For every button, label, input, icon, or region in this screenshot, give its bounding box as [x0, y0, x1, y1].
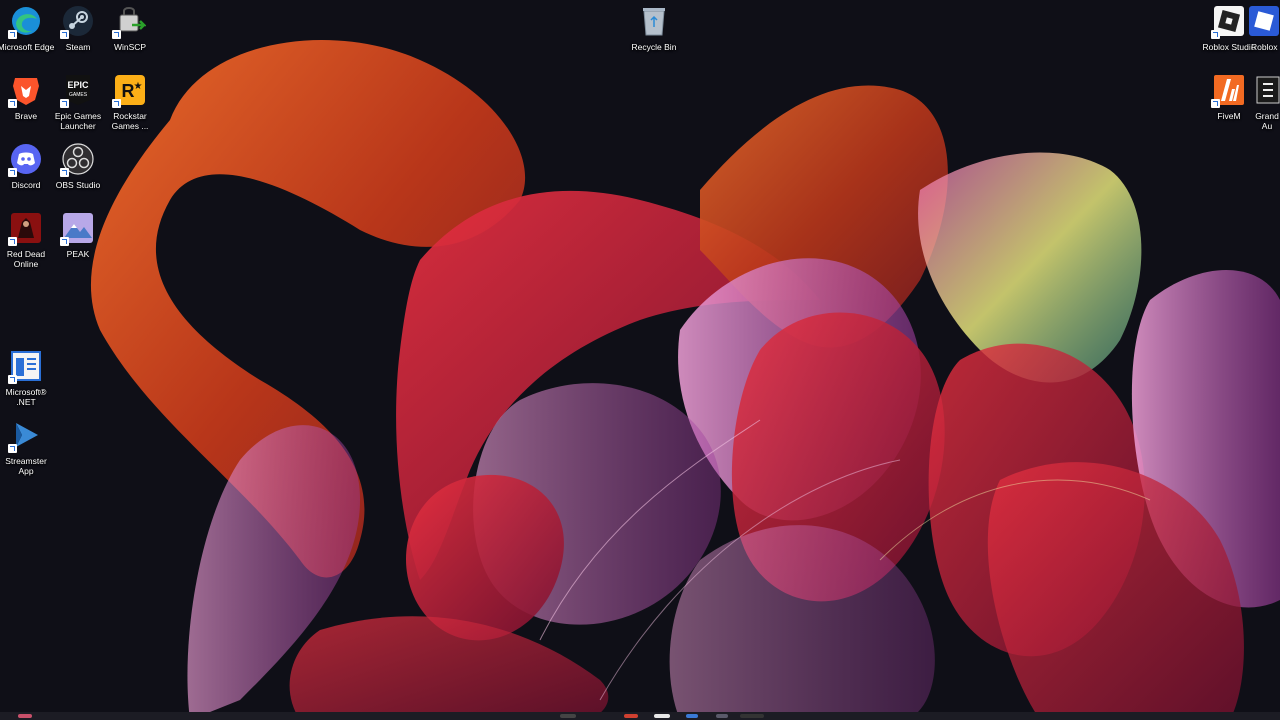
- desktop-icon-peak[interactable]: PEAK: [52, 211, 104, 259]
- desktop-icon-obs-studio[interactable]: OBS Studio: [52, 142, 104, 190]
- taskbar-app-icon[interactable]: [686, 714, 698, 718]
- desktop-icon-label: Grand Au: [1255, 111, 1279, 131]
- desktop-icon-label: Epic Games Launcher: [54, 111, 102, 131]
- desktop-icon-microsoft-net[interactable]: Microsoft® .NET: [0, 349, 52, 407]
- taskbar-app-icon[interactable]: [560, 714, 576, 718]
- desktop-icon-rockstar-games[interactable]: R ★ Rockstar Games ...: [104, 73, 156, 131]
- desktop-icon-winscp[interactable]: WinSCP: [104, 4, 156, 52]
- desktop-icon-label: Brave: [14, 111, 38, 121]
- svg-text:GAMES: GAMES: [69, 92, 88, 98]
- brave-icon: [8, 73, 43, 108]
- desktop-icon-roblox[interactable]: Roblox: [1244, 4, 1280, 52]
- desktop-icon-fivem[interactable]: FiveM: [1203, 73, 1255, 121]
- taskbar-app-icon[interactable]: [18, 714, 32, 718]
- steam-icon: [60, 4, 95, 39]
- desktop-icon-microsoft-edge[interactable]: Microsoft Edge: [0, 4, 55, 52]
- desktop-icon-red-dead-online[interactable]: Red Dead Online: [0, 211, 52, 269]
- desktop-icon-brave[interactable]: Brave: [0, 73, 52, 121]
- recycle-bin-icon: [637, 4, 671, 38]
- discord-icon: [8, 142, 43, 177]
- taskbar-app-icon[interactable]: [654, 714, 670, 718]
- desktop-icon-epic-games-launcher[interactable]: EPIC GAMES Epic Games Launcher: [52, 73, 104, 131]
- desktop-icon-label: Discord: [11, 180, 41, 190]
- desktop-icon-streamster-app[interactable]: Streamster App: [0, 418, 52, 476]
- wallpaper: [0, 0, 1280, 720]
- desktop-icon-label: WinSCP: [113, 42, 147, 52]
- taskbar-app-icon[interactable]: [740, 714, 764, 718]
- streamster-icon: [8, 418, 43, 453]
- desktop-icon-label: Recycle Bin: [631, 42, 677, 52]
- taskbar-app-icon[interactable]: [716, 714, 728, 718]
- gta-icon: [1250, 73, 1280, 107]
- desktop-icon-label: Microsoft Edge: [0, 42, 55, 52]
- roblox-studio-icon: [1211, 4, 1246, 39]
- rockstar-icon: R ★: [112, 73, 147, 108]
- desktop-icon-label: Rockstar Games ...: [111, 111, 149, 131]
- svg-text:EPIC: EPIC: [67, 80, 89, 90]
- desktop-icon-discord[interactable]: Discord: [0, 142, 52, 190]
- red-dead-icon: [8, 211, 43, 246]
- desktop-icon-label: Roblox: [1251, 42, 1278, 52]
- desktop-icon-label: Streamster App: [5, 456, 47, 476]
- peak-icon: [60, 211, 95, 246]
- svg-text:★: ★: [134, 81, 143, 92]
- desktop-icon-recycle-bin[interactable]: Recycle Bin: [628, 4, 680, 52]
- taskbar-app-icon[interactable]: [624, 714, 638, 718]
- desktop-icon-label: Microsoft® .NET: [5, 387, 47, 407]
- desktop-icon-label: PEAK: [66, 249, 90, 259]
- dotnet-icon: [8, 349, 43, 384]
- desktop-icon-label: Steam: [65, 42, 91, 52]
- edge-icon: [8, 4, 43, 39]
- winscp-icon: [112, 4, 147, 39]
- fivem-icon: [1211, 73, 1246, 108]
- desktop-icon-grand-theft-auto[interactable]: Grand Au: [1250, 73, 1280, 131]
- obs-icon: [60, 142, 95, 177]
- desktop-icon-label: OBS Studio: [55, 180, 101, 190]
- desktop-icon-steam[interactable]: Steam: [52, 4, 104, 52]
- desktop-icon-label: Red Dead Online: [6, 249, 46, 269]
- taskbar[interactable]: [0, 712, 1280, 720]
- roblox-icon: [1247, 4, 1280, 38]
- epic-games-icon: EPIC GAMES: [60, 73, 95, 108]
